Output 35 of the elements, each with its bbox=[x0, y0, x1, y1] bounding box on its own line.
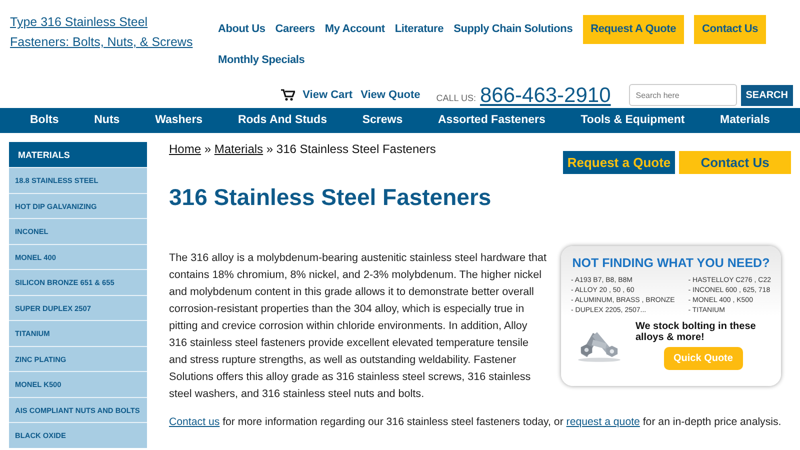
action-button[interactable]: Request a Quote bbox=[563, 151, 675, 174]
cart-icon bbox=[280, 89, 295, 101]
search-button[interactable]: SEARCH bbox=[740, 84, 793, 106]
main-nav-link[interactable]: Rods And Studs bbox=[238, 112, 327, 130]
nav-link[interactable]: My Account bbox=[324, 15, 385, 44]
header-button[interactable]: Request A Quote bbox=[582, 15, 684, 44]
header-button[interactable]: Contact Us bbox=[694, 15, 766, 44]
main-nav-link[interactable]: Assorted Fasteners bbox=[438, 112, 546, 130]
page-title: 316 Stainless Steel Fasteners bbox=[169, 184, 492, 212]
breadcrumb: Home » Materials » 316 Stainless Steel Fasteners bbox=[169, 141, 437, 158]
text-link[interactable]: request a quote bbox=[566, 416, 640, 428]
promo-heading: NOT FINDING WHAT YOU NEED? bbox=[571, 254, 771, 272]
main-nav-link[interactable]: Screws bbox=[362, 112, 403, 130]
text-link[interactable]: Contact us bbox=[169, 416, 220, 428]
main-nav-link[interactable]: Nuts bbox=[94, 112, 120, 130]
nav-link[interactable]: Supply Chain Solutions bbox=[454, 15, 573, 44]
view-quote-link[interactable]: View Quote bbox=[360, 86, 420, 104]
main-nav-link[interactable]: Materials bbox=[720, 112, 770, 130]
nav-link[interactable]: Monthly Specials bbox=[218, 46, 305, 74]
nav-link[interactable]: Careers bbox=[275, 15, 315, 44]
action-button[interactable]: Contact Us bbox=[679, 151, 791, 174]
view-cart-link[interactable]: View Cart bbox=[302, 86, 353, 104]
main-nav-link[interactable]: Washers bbox=[155, 112, 203, 130]
body-paragraph: The 316 alloy is a molybdenum-bearing austenitic stainless steel hardware that contains 18% chromium, 8% nickel, and 2-3% molybdenum. The higher nickel and molybdenum content in this grade allows it to demonstrate better overall corrosion-resistant properties than the 304 alloy, which is especially true in pitting and crevice corrosion within chloride environments. In addition, Alloy 316 stainless steel fasteners provide excellent elevated temperature tensile and stress rupture strengths, as well as outstanding weldability. Fastener Solutions offers this alloy grade as 316 stainless steel screws, 316 stainless steel washers, and 316 stainless steel nuts and bolts. bbox=[169, 250, 547, 402]
sidebar-heading: MATERIALS bbox=[9, 142, 147, 167]
footer-paragraph: Contact us for more information regarding our 316 stainless steel fasteners today, or request a quote for an in-depth price analysis. bbox=[169, 414, 782, 430]
nav-link[interactable]: Literature bbox=[394, 15, 444, 44]
promo-tagline: We stock bolting in these alloys & more! bbox=[635, 320, 757, 343]
search-field[interactable]: Search here bbox=[628, 84, 737, 106]
phone-link[interactable]: 866-463-2910 bbox=[480, 84, 611, 106]
logo-link[interactable]: Type 316 Stainless Steel Fasteners: Bolts, Nuts, & Screws bbox=[10, 12, 195, 52]
main-nav-link[interactable]: Tools & Equipment bbox=[580, 112, 685, 130]
call-label: CALL US: bbox=[436, 92, 476, 106]
nav-link[interactable]: About Us bbox=[218, 15, 266, 44]
main-nav-link[interactable]: Bolts bbox=[30, 112, 59, 130]
